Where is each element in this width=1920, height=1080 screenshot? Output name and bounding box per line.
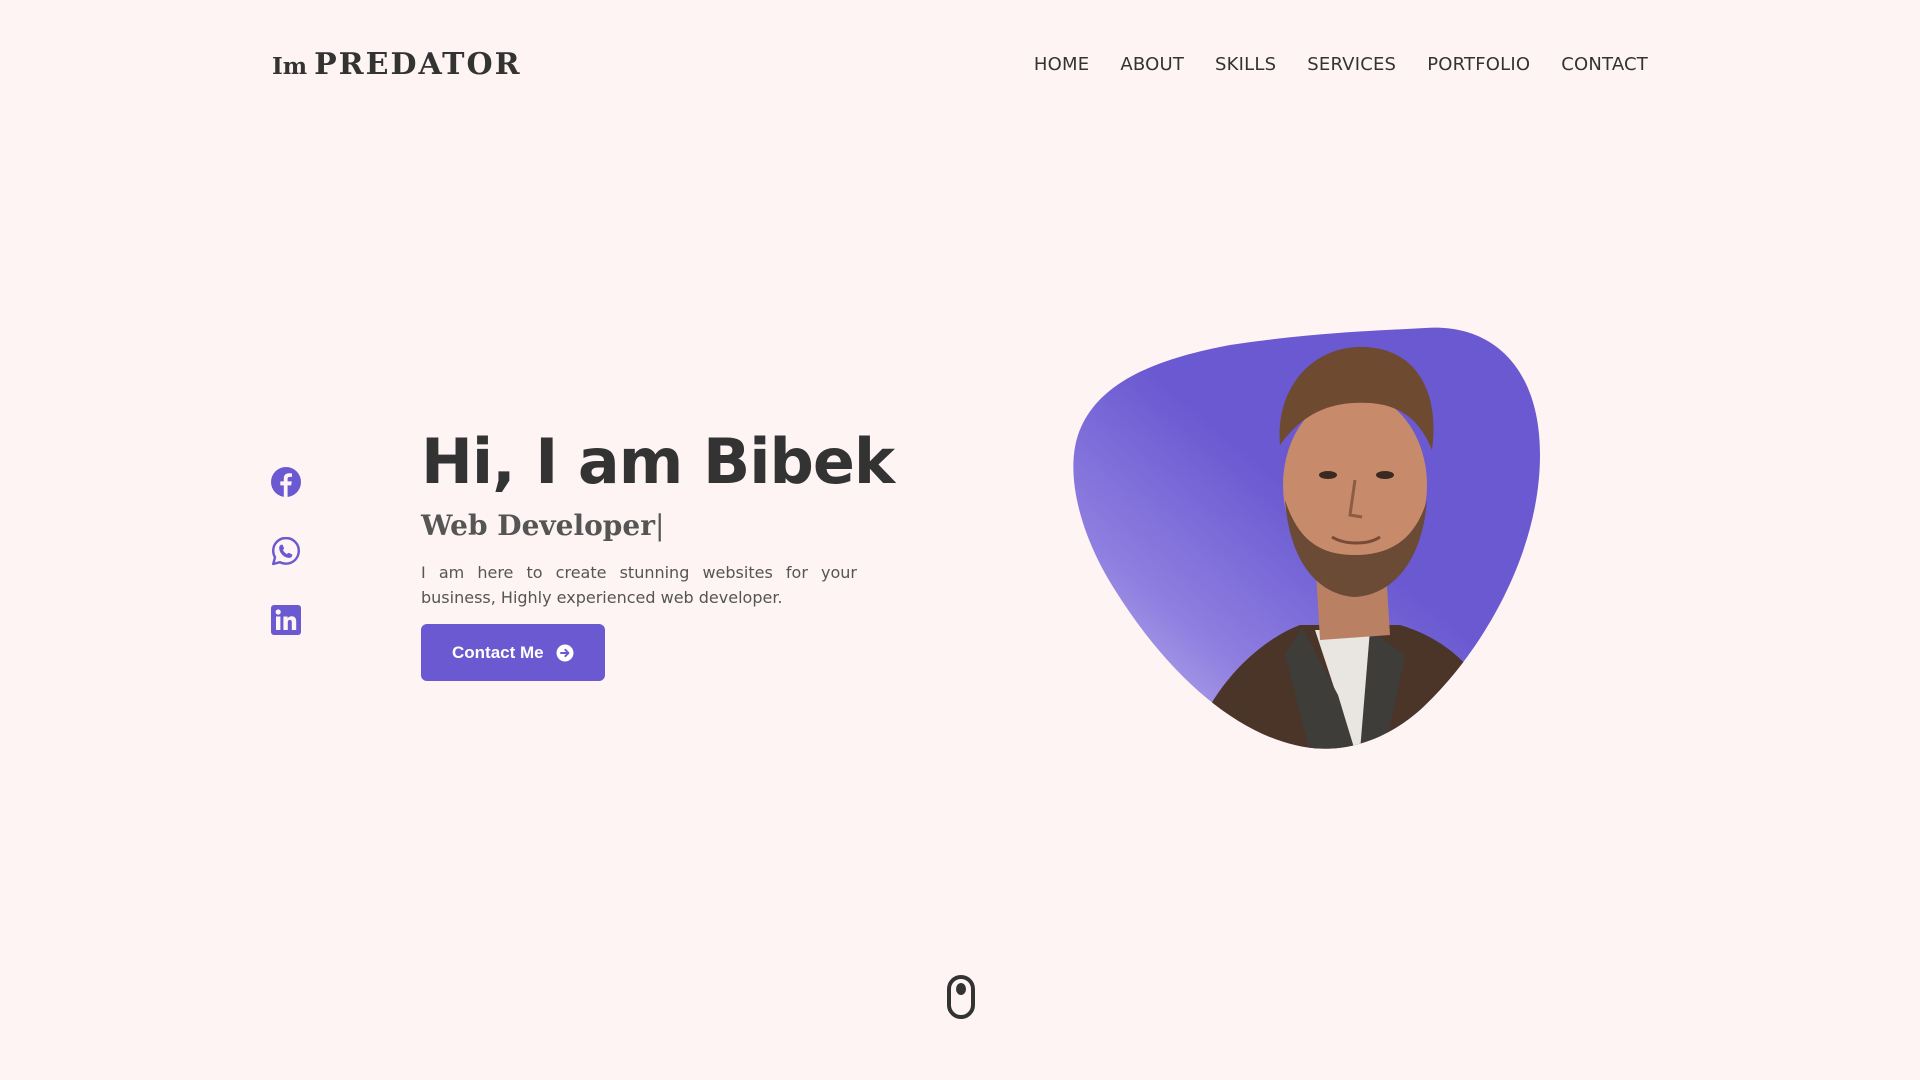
contact-me-label: Contact Me: [452, 642, 544, 662]
page: Im PREDATOR HOME ABOUT SKILLS SERVICES P…: [0, 0, 1920, 1080]
hero-title: Hi, I am Bibek: [421, 425, 895, 498]
scroll-indicator[interactable]: [946, 974, 976, 1020]
hero-description: I am here to create stunning websites fo…: [421, 563, 857, 607]
whatsapp-icon: [272, 536, 300, 566]
linkedin-link[interactable]: [270, 604, 302, 636]
hero-image: [1070, 325, 1546, 751]
logo-prefix: Im: [272, 52, 308, 80]
nav-contact[interactable]: CONTACT: [1561, 54, 1648, 75]
whatsapp-link[interactable]: [270, 535, 302, 567]
contact-me-button[interactable]: Contact Me: [421, 624, 605, 681]
mouse-scroll-icon: [947, 975, 975, 1019]
arrow-right-circle-icon: [556, 644, 574, 661]
nav-portfolio[interactable]: PORTFOLIO: [1427, 54, 1530, 75]
nav-about[interactable]: ABOUT: [1120, 54, 1184, 75]
nav-home[interactable]: HOME: [1034, 54, 1089, 75]
hero-subtitle: Web Developer|: [421, 506, 857, 546]
main-nav: HOME ABOUT SKILLS SERVICES PORTFOLIO CON…: [1034, 54, 1648, 75]
logo-name: PREDATOR: [314, 46, 522, 82]
header: Im PREDATOR HOME ABOUT SKILLS SERVICES P…: [272, 44, 1648, 84]
facebook-link[interactable]: [270, 466, 302, 498]
typing-cursor: |: [654, 509, 665, 542]
logo[interactable]: Im PREDATOR: [272, 47, 522, 82]
social-links: [270, 466, 302, 636]
facebook-icon: [271, 467, 301, 497]
hero-section: Hi, I am Bibek Web Developer| I am here …: [421, 422, 895, 681]
linkedin-icon: [271, 605, 301, 635]
hero-subtitle-text: Web Developer: [421, 509, 655, 542]
profile-photo: [1073, 327, 1540, 749]
nav-skills[interactable]: SKILLS: [1215, 54, 1276, 75]
nav-services[interactable]: SERVICES: [1307, 54, 1396, 75]
